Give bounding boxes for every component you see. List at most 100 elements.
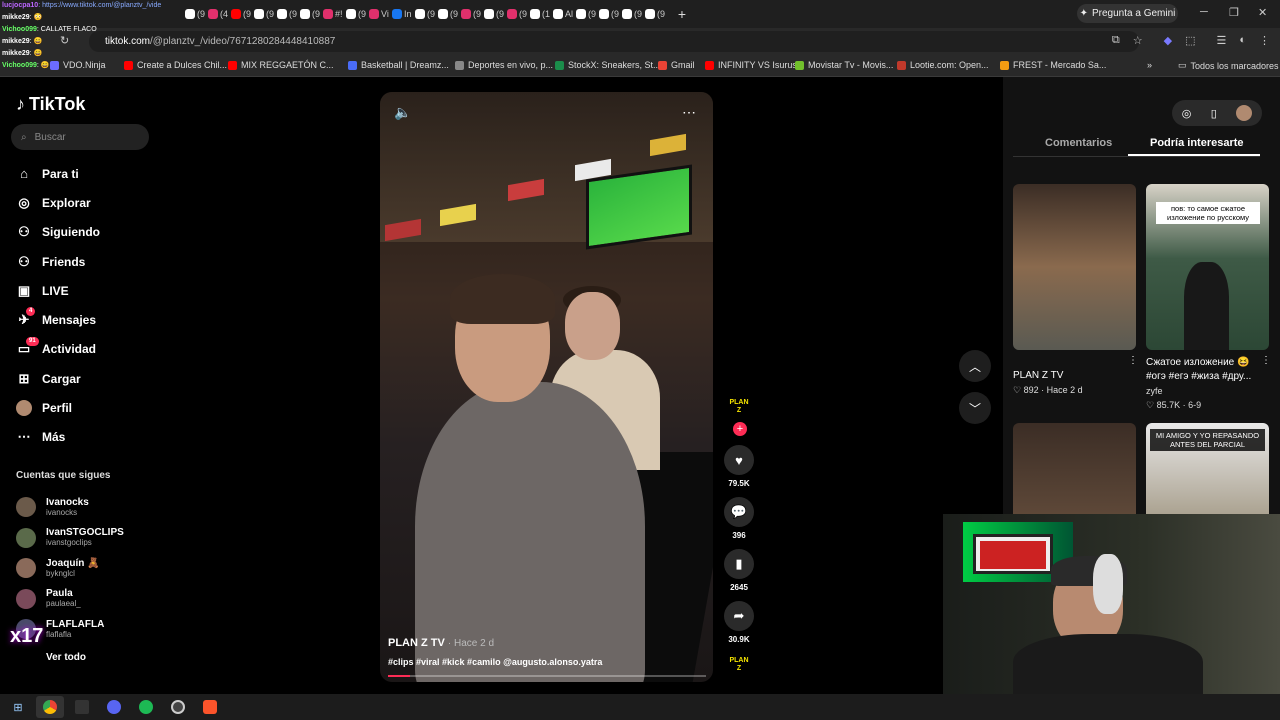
media-icon[interactable]: ☰ xyxy=(1216,34,1226,47)
browser-tab[interactable]: (9 xyxy=(300,3,323,25)
tab-recommended[interactable]: Podría interesarte xyxy=(1150,137,1244,149)
bookmarks-more[interactable]: » xyxy=(1147,60,1152,70)
search-input[interactable]: ⌕ Buscar xyxy=(11,124,149,150)
restore-icon[interactable]: ❐ xyxy=(1229,6,1239,19)
card-title[interactable]: Сжатое изложение 😆 #огэ #егэ #жиза #дру.… xyxy=(1146,356,1269,384)
music-disc[interactable]: PLAN Z xyxy=(729,657,749,679)
sidebar-item-actividad[interactable]: ▭ 91 Actividad xyxy=(16,335,100,364)
video-author[interactable]: PLAN Z TV xyxy=(388,637,445,649)
tiktok-logo[interactable]: ♪ TikTok xyxy=(16,94,85,115)
minimize-icon[interactable]: ─ xyxy=(1200,6,1208,18)
brave-icon[interactable] xyxy=(196,696,224,718)
chat-username: Vichoo099 xyxy=(2,26,37,33)
bookmark-item[interactable]: StockX: Sneakers, St... xyxy=(555,60,661,70)
channel-avatar[interactable]: PLAN Z xyxy=(729,399,749,421)
profile-avatar-icon[interactable]: ◐ xyxy=(1239,34,1246,47)
browser-tab[interactable]: Vi xyxy=(369,3,392,25)
sidebar-item-siguiendo[interactable]: ⚇ Siguiendo xyxy=(16,218,100,247)
browser-tab[interactable]: (9 xyxy=(277,3,300,25)
next-video-button[interactable]: ﹀ xyxy=(959,392,991,424)
browser-tab[interactable]: (9 xyxy=(484,3,507,25)
followed-account[interactable]: Ivanocks ivanocks xyxy=(16,492,124,523)
browser-tab[interactable]: (9 xyxy=(231,3,254,25)
comment-button[interactable]: 💬 396 xyxy=(724,497,754,540)
sidebar-item-mensajes[interactable]: ✈ 4 Mensajes xyxy=(16,305,100,334)
sidebar-item-friends[interactable]: ⚇ Friends xyxy=(16,247,100,276)
followed-account[interactable]: Paula paulaeal_ xyxy=(16,584,124,615)
save-button[interactable]: ▮ 2645 xyxy=(724,549,754,592)
browser-tab[interactable]: (9 xyxy=(438,3,461,25)
browser-tab[interactable]: (9 xyxy=(645,3,668,25)
sidebar-item-para-ti[interactable]: ⌂ Para ti xyxy=(16,159,100,188)
device-icon[interactable]: ▯ xyxy=(1211,107,1217,120)
browser-tab[interactable]: (9 xyxy=(507,3,530,25)
see-all-link[interactable]: Ver todo xyxy=(46,652,86,663)
extension-icon[interactable]: ◆ xyxy=(1164,34,1172,47)
puzzle-icon[interactable]: ⬚ xyxy=(1185,34,1195,47)
bookmark-item[interactable]: Lootie.com: Open... xyxy=(897,60,989,70)
like-button[interactable]: ♥ 79.5K xyxy=(724,445,754,488)
browser-tab[interactable]: In xyxy=(392,3,415,25)
tab-comments[interactable]: Comentarios xyxy=(1045,137,1112,149)
browser-tab[interactable]: #! xyxy=(323,3,346,25)
card-user[interactable]: zyfe xyxy=(1146,384,1269,398)
url-field[interactable]: tiktok.com/@planztv_/video/7671280284448… xyxy=(89,31,1139,52)
browser-tab[interactable]: (9 xyxy=(622,3,645,25)
recommended-thumbnail[interactable]: пов: то самое сжатое изложение по русско… xyxy=(1146,184,1269,350)
browser-tab[interactable]: (9 xyxy=(185,3,208,25)
browser-tab[interactable]: (9 xyxy=(461,3,484,25)
obs-icon[interactable] xyxy=(164,696,192,718)
windows-start-icon[interactable]: ⊞ xyxy=(4,696,32,718)
sidebar-item-más[interactable]: ⋯ Más xyxy=(16,423,100,452)
chrome-icon[interactable] xyxy=(36,696,64,718)
sidebar-item-perfil[interactable]: Perfil xyxy=(16,393,100,422)
coins-icon[interactable]: ◎ xyxy=(1182,107,1192,120)
bookmark-item[interactable]: FREST - Mercado Sa... xyxy=(1000,60,1106,70)
browser-tab[interactable]: (9 xyxy=(415,3,438,25)
recommended-thumbnail[interactable] xyxy=(1013,184,1136,350)
bookmark-star-icon[interactable]: ☆ xyxy=(1133,34,1143,47)
gemini-button[interactable]: ✦ Pregunta a Gemini xyxy=(1077,4,1178,23)
video-progress-bar[interactable] xyxy=(388,675,706,677)
bookmark-item[interactable]: Basketball | Dreamz... xyxy=(348,60,449,70)
followed-account[interactable]: Joaquín 🧸 byknglcl xyxy=(16,553,124,584)
bookmark-item[interactable]: Movistar Tv - Movis... xyxy=(795,60,893,70)
follow-plus-button[interactable]: + xyxy=(733,422,747,436)
card-more-icon[interactable]: ⋮ xyxy=(1128,355,1138,366)
volume-icon[interactable]: 🔈 xyxy=(394,104,411,121)
close-icon[interactable]: ✕ xyxy=(1258,6,1267,19)
video-more-icon[interactable]: ⋯ xyxy=(682,104,696,121)
share-button[interactable]: ➦ 30.9K xyxy=(724,601,754,644)
bookmark-item[interactable]: Deportes en vivo, p... xyxy=(455,60,553,70)
sidebar-item-explorar[interactable]: ◎ Explorar xyxy=(16,188,100,217)
account-username: ivanstgoclips xyxy=(46,538,92,548)
card-more-icon[interactable]: ⋮ xyxy=(1261,355,1271,366)
browser-tab[interactable]: (9 xyxy=(254,3,277,25)
app-icon[interactable] xyxy=(68,696,96,718)
new-tab-button[interactable]: + xyxy=(672,6,692,22)
spotify-icon[interactable] xyxy=(132,696,160,718)
browser-tab[interactable]: (1 xyxy=(530,3,553,25)
menu-icon[interactable]: ⋮ xyxy=(1259,34,1270,47)
browser-tab[interactable]: (9 xyxy=(599,3,622,25)
browser-tab[interactable]: (9 xyxy=(576,3,599,25)
browser-tab[interactable]: (9 xyxy=(346,3,369,25)
user-avatar[interactable] xyxy=(1236,105,1253,121)
followed-account[interactable]: IvanSTGOCLIPS ivanstgoclips xyxy=(16,523,124,554)
bookmark-item[interactable]: INFINITY VS Isurus xyxy=(705,60,797,70)
bookmark-item[interactable]: MIX REGGAETÓN C... xyxy=(228,60,334,70)
discord-icon[interactable] xyxy=(100,696,128,718)
video-player[interactable]: 🔈 ⋯ PLAN Z TV · Hace 2 d #clips #viral #… xyxy=(380,92,713,682)
bookmark-item[interactable]: Gmail xyxy=(658,60,695,70)
tab-label: In xyxy=(404,9,412,19)
video-caption[interactable]: #clips #viral #kick #camilo @augusto.alo… xyxy=(388,657,602,667)
share-icon: ➦ xyxy=(724,601,754,631)
browser-tab[interactable]: (4 xyxy=(208,3,231,25)
install-icon[interactable]: ⧉ xyxy=(1112,34,1120,47)
sidebar-item-cargar[interactable]: ⊞ Cargar xyxy=(16,364,100,393)
card-title[interactable]: PLAN Z TV xyxy=(1013,369,1136,383)
sidebar-item-live[interactable]: ▣ LIVE xyxy=(16,276,100,305)
prev-video-button[interactable]: ︿ xyxy=(959,350,991,382)
browser-tab[interactable]: Al xyxy=(553,3,576,25)
all-bookmarks[interactable]: ▭ Todos los marcadores xyxy=(1178,60,1279,71)
